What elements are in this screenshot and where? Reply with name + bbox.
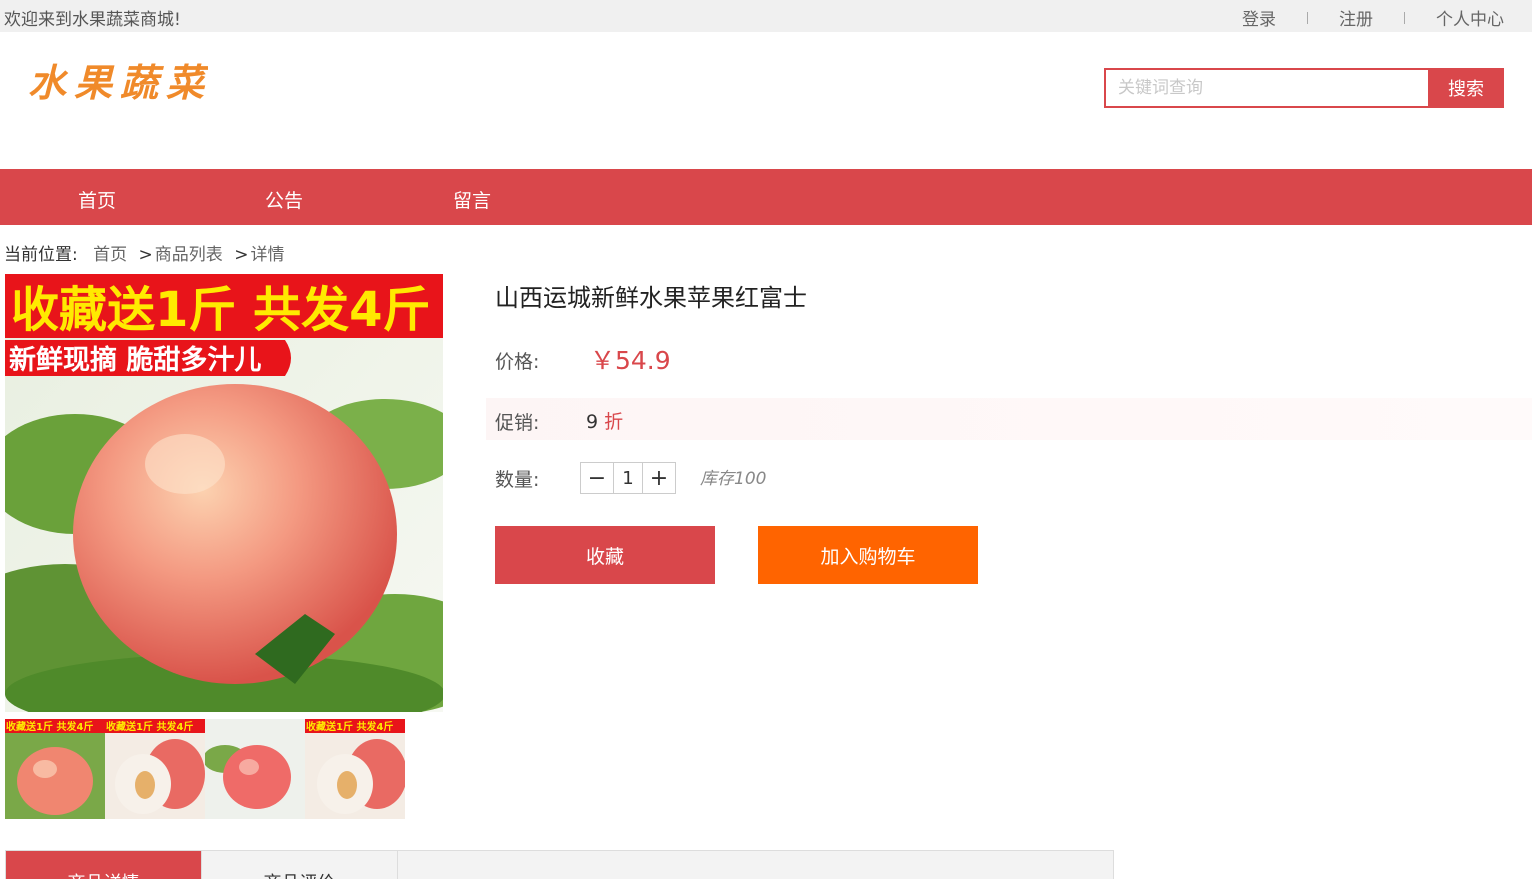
thumbnail-strip: 收藏送1斤 共发4斤 收藏送1斤 共发4斤 收藏送1斤 共发4斤 [5, 719, 405, 819]
tab-product-reviews[interactable]: 商品评价 [202, 851, 398, 879]
site-logo[interactable]: 水果蔬菜 [28, 56, 208, 108]
nav-item-message[interactable]: 留言 [453, 186, 491, 213]
thumb-banner: 收藏送1斤 共发4斤 [106, 720, 193, 733]
peach-image: 收藏送1斤 共发4斤 新鲜现摘 脆甜多汁儿 [5, 274, 443, 712]
tab-product-detail[interactable]: 商品详情 [6, 851, 202, 879]
breadcrumb-list[interactable]: 商品列表 [155, 245, 223, 265]
promo-row-bg [486, 398, 1532, 440]
breadcrumb: 当前位置: 首页 > 商品列表 > 详情 [4, 240, 284, 265]
search-button[interactable]: 搜索 [1428, 68, 1504, 108]
quantity-value[interactable]: 1 [613, 463, 643, 493]
promo-value: 9折 [586, 407, 623, 434]
logo-graphic: 水果蔬菜 [28, 60, 208, 105]
favorite-button[interactable]: 收藏 [495, 526, 715, 584]
breadcrumb-label: 当前位置: [4, 245, 78, 265]
breadcrumb-home[interactable]: 首页 [93, 245, 127, 265]
top-bar: 欢迎来到水果蔬菜商城! 登录 注册 个人中心 [0, 0, 1532, 32]
breadcrumb-current: 详情 [250, 245, 285, 265]
promo-discount: 9 [586, 411, 599, 433]
increment-button[interactable]: + [643, 463, 675, 493]
price-label: 价格: [495, 351, 540, 373]
user-center-link[interactable]: 个人中心 [1436, 5, 1504, 30]
divider [1307, 11, 1308, 24]
thumb-banner: 收藏送1斤 共发4斤 [306, 720, 393, 733]
stock-text: 库存100 [700, 469, 767, 489]
add-to-cart-button[interactable]: 加入购物车 [758, 526, 978, 584]
product-main-image[interactable]: 收藏送1斤 共发4斤 新鲜现摘 脆甜多汁儿 [5, 274, 443, 712]
banner-line2: 新鲜现摘 脆甜多汁儿 [9, 344, 261, 376]
logo-text: 水果蔬菜 [28, 60, 208, 105]
promo-label: 促销: [495, 412, 540, 434]
nav-item-home[interactable]: 首页 [78, 186, 116, 213]
thumbnail-2[interactable]: 收藏送1斤 共发4斤 [105, 719, 205, 819]
product-price: ￥54.9 [590, 346, 671, 375]
search-bar: 搜索 [1104, 68, 1504, 108]
divider [1404, 11, 1405, 24]
thumb-banner: 收藏送1斤 共发4斤 [6, 720, 93, 733]
main-nav: 首页 公告 留言 [0, 169, 1532, 225]
top-links: 登录 注册 个人中心 [1242, 5, 1504, 30]
quantity-stepper: − 1 + [580, 462, 676, 494]
thumbnail-3[interactable] [205, 719, 305, 819]
register-link[interactable]: 注册 [1339, 5, 1373, 30]
nav-item-notice[interactable]: 公告 [265, 186, 303, 213]
breadcrumb-separator: > [138, 245, 153, 265]
product-title: 山西运城新鲜水果苹果红富士 [495, 284, 807, 312]
welcome-text: 欢迎来到水果蔬菜商城! [4, 10, 181, 30]
thumbnail-4[interactable]: 收藏送1斤 共发4斤 [305, 719, 405, 819]
banner-line1: 收藏送1斤 共发4斤 [11, 282, 431, 338]
search-input[interactable] [1104, 68, 1428, 108]
promo-unit: 折 [604, 411, 624, 433]
breadcrumb-separator: > [234, 245, 249, 265]
decrement-button[interactable]: − [581, 463, 613, 493]
quantity-label: 数量: [495, 469, 540, 491]
thumbnail-1[interactable]: 收藏送1斤 共发4斤 [5, 719, 105, 819]
detail-tabs: 商品详情 商品评价 [5, 850, 1114, 879]
login-link[interactable]: 登录 [1242, 5, 1276, 30]
